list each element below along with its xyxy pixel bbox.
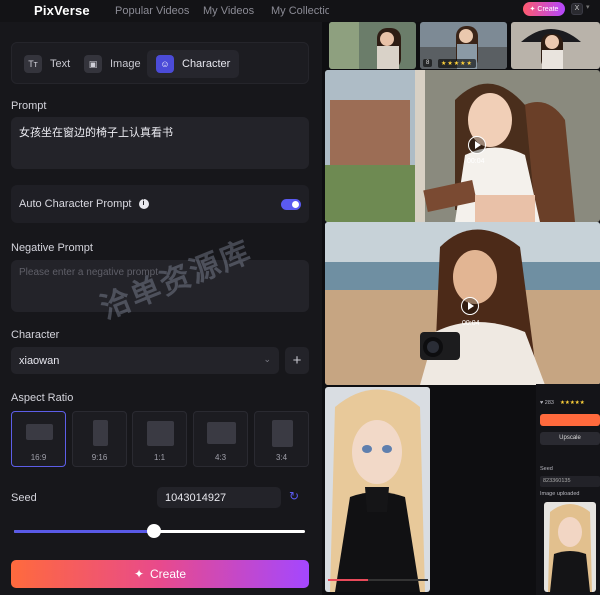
aspect-ratio-option-label: 4:3 [214, 453, 227, 462]
refresh-seed-icon[interactable]: ↻ [289, 489, 299, 503]
upscale-button[interactable]: Upscale [540, 432, 600, 445]
negative-prompt-label: Negative Prompt [11, 242, 93, 254]
user-avatar[interactable]: X [571, 3, 583, 15]
ratio-shape-icon [93, 420, 108, 446]
tab-text-label: Text [50, 58, 71, 70]
info-icon[interactable]: i [138, 199, 149, 209]
seed-label: Seed [11, 492, 37, 504]
video-card[interactable]: 00:04 [325, 222, 600, 385]
video-player-controls [328, 579, 428, 585]
ratio-shape-icon [272, 420, 293, 447]
gallery-thumbnail[interactable]: 8 ★★★★★ [420, 22, 507, 69]
nav-my-collections[interactable]: My Collections [271, 5, 329, 17]
video-thumbnail-image [325, 70, 600, 222]
detail-seed-field[interactable]: 823360135 [540, 476, 600, 487]
video-detail-panel: ♥ 283 ★★★★★ Upscale Seed 823360135 Image… [536, 384, 600, 595]
image-icon: ▣ [84, 55, 102, 73]
aspect-ratio-1-1[interactable]: 1:1 [132, 411, 187, 467]
detail-rating-stars: ★★★★★ [560, 400, 585, 406]
nav-my-videos[interactable]: My Videos [203, 5, 254, 17]
seed-value: 1043014927 [165, 491, 227, 504]
nav-popular-videos[interactable]: Popular Videos [115, 5, 189, 17]
video-progress-fill [328, 579, 368, 581]
thumbnail-image [329, 22, 416, 69]
aspect-ratio-option-label: 9:16 [91, 453, 108, 462]
video-progress-bar[interactable] [328, 579, 428, 581]
aspect-ratio-option-label: 1:1 [153, 453, 166, 462]
create-button[interactable]: ✦ Create [11, 560, 309, 588]
character-preview-image [325, 387, 430, 592]
top-create-button[interactable]: ✦ Create [523, 2, 565, 16]
character-label: Character [11, 329, 60, 341]
thumbnail-image [511, 22, 600, 69]
aspect-ratio-option-label: 3:4 [275, 453, 288, 462]
aspect-ratio-16-9[interactable]: 16:9 [11, 411, 66, 467]
video-card[interactable]: 00:04 [325, 70, 600, 222]
like-count-badge: 8 [423, 59, 433, 67]
tab-image-label: Image [110, 58, 141, 70]
character-icon: ☺ [156, 55, 174, 73]
create-button-label: Create [150, 567, 187, 581]
sparkle-icon: ✦ [133, 567, 145, 581]
top-navigation-bar: PixVerse Popular Videos My Videos My Col… [0, 0, 600, 22]
sparkle-icon: ✦ [529, 6, 536, 13]
negative-prompt-input[interactable]: Please enter a negative prompt [11, 260, 309, 312]
video-duration: 00:04 [462, 320, 480, 327]
slider-thumb[interactable] [146, 524, 161, 538]
prompt-label: Prompt [11, 100, 47, 112]
generation-settings-panel: Tт Text ▣ Image ☺ Character Prompt 女孩坐在窗… [0, 22, 322, 595]
detail-like-count: ♥ 283 [540, 400, 554, 406]
play-icon[interactable] [461, 297, 479, 315]
ratio-shape-icon [26, 424, 53, 440]
chevron-down-icon: ⌄ [263, 354, 271, 364]
detail-like-count-value: 283 [544, 400, 554, 406]
play-icon[interactable] [468, 136, 486, 154]
auto-character-prompt-toggle[interactable] [281, 199, 301, 210]
image-uploaded-label: Image uploaded [540, 491, 580, 497]
video-duration: 00:04 [467, 158, 485, 165]
top-create-label: Create [537, 5, 559, 13]
aspect-ratio-4-3[interactable]: 4:3 [193, 411, 248, 467]
pixverse-logo[interactable]: PixVerse [34, 3, 90, 18]
auto-character-prompt-label: Auto Character Prompt [19, 198, 132, 210]
mode-tab-group: Tт Text ▣ Image ☺ Character [11, 42, 309, 84]
tab-character[interactable]: ☺ Character [147, 50, 240, 78]
character-selected-value: xiaowan [19, 354, 60, 367]
aspect-ratio-option-label: 16:9 [30, 453, 47, 462]
aspect-ratio-label: Aspect Ratio [11, 392, 74, 404]
auto-character-prompt-row: Auto Character Prompt i [11, 185, 309, 223]
uploaded-image-thumbnail[interactable] [544, 502, 596, 592]
add-character-button[interactable]: + [285, 347, 309, 374]
character-select[interactable]: xiaowan ⌄ [11, 347, 279, 374]
rating-stars: ★★★★★ [438, 59, 476, 68]
detail-seed-label: Seed [540, 466, 553, 472]
uploaded-image [544, 502, 596, 592]
aspect-ratio-9-16[interactable]: 9:16 [72, 411, 127, 467]
tab-image[interactable]: ▣ Image [75, 50, 150, 78]
gallery-thumbnail[interactable] [329, 22, 416, 69]
video-gallery: 8 ★★★★★ 00:04 00:04 ♥ 283 ★★★★★ Upscale … [322, 22, 600, 595]
tab-text[interactable]: Tт Text [15, 50, 79, 78]
gallery-thumbnail[interactable] [511, 22, 600, 69]
text-icon: Tт [24, 55, 42, 73]
slider-fill [14, 530, 154, 533]
aspect-ratio-3-4[interactable]: 3:4 [254, 411, 309, 467]
seed-slider[interactable] [14, 524, 305, 538]
ratio-shape-icon [207, 422, 236, 444]
chevron-down-icon[interactable]: ▾ [586, 3, 590, 11]
ratio-shape-icon [147, 421, 174, 446]
tab-character-label: Character [182, 58, 231, 70]
character-preview-video[interactable] [325, 387, 430, 592]
seed-input[interactable]: 1043014927 [157, 487, 281, 508]
prompt-input[interactable]: 女孩坐在窗边的椅子上认真看书 [11, 117, 309, 169]
detail-action-button[interactable] [540, 414, 600, 426]
